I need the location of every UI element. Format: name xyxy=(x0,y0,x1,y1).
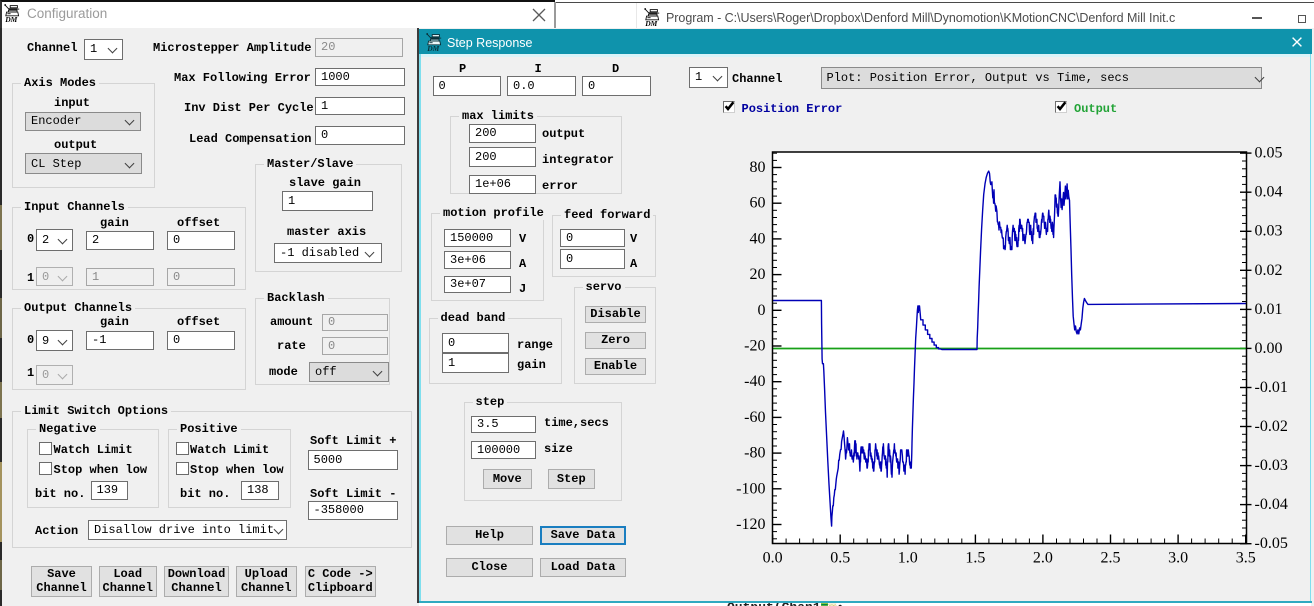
svg-text:0.04: 0.04 xyxy=(1255,184,1283,201)
svg-text:20: 20 xyxy=(750,266,766,283)
svg-text:2.0: 2.0 xyxy=(1033,550,1053,567)
svg-text:0.00: 0.00 xyxy=(1255,340,1283,357)
svg-text:-0.02: -0.02 xyxy=(1255,418,1288,435)
svg-text:DM: DM xyxy=(644,19,657,27)
svg-text:0.5: 0.5 xyxy=(830,550,850,567)
svg-text:1.5: 1.5 xyxy=(965,550,985,567)
svg-text:0: 0 xyxy=(758,302,766,319)
svg-text:-60: -60 xyxy=(744,409,765,426)
svg-text:0.05: 0.05 xyxy=(1255,145,1283,162)
svg-text:3.0: 3.0 xyxy=(1168,550,1188,567)
svg-text:3.5: 3.5 xyxy=(1236,550,1256,567)
svg-text:-0.01: -0.01 xyxy=(1255,379,1288,396)
svg-text:-100: -100 xyxy=(736,480,765,497)
svg-text:DM: DM xyxy=(4,15,17,23)
svg-text:-40: -40 xyxy=(744,373,765,390)
svg-text:2.5: 2.5 xyxy=(1101,550,1121,567)
svg-text:0.01: 0.01 xyxy=(1255,301,1283,318)
svg-text:-0.05: -0.05 xyxy=(1255,535,1288,552)
svg-text:40: 40 xyxy=(750,230,766,247)
svg-text:80: 80 xyxy=(750,159,766,176)
svg-text:0.02: 0.02 xyxy=(1255,262,1283,279)
svg-text:-0.04: -0.04 xyxy=(1255,496,1288,513)
svg-text:DM: DM xyxy=(426,44,439,52)
svg-text:-80: -80 xyxy=(744,445,765,462)
svg-text:-0.03: -0.03 xyxy=(1255,457,1288,474)
svg-text:-120: -120 xyxy=(736,516,765,533)
svg-text:-20: -20 xyxy=(744,338,765,355)
svg-text:1.0: 1.0 xyxy=(898,550,918,567)
svg-text:0.03: 0.03 xyxy=(1255,223,1283,240)
svg-text:0.0: 0.0 xyxy=(763,550,783,567)
svg-text:60: 60 xyxy=(750,195,766,212)
